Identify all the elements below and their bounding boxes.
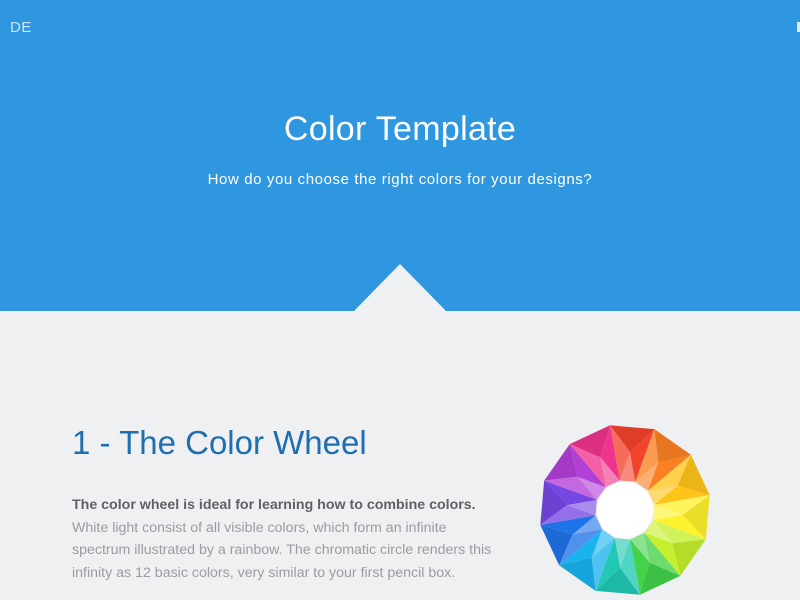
section-title: 1 - The Color Wheel — [72, 424, 367, 461]
section-lead: The color wheel is ideal for learning ho… — [72, 497, 476, 513]
section-body: White light consist of all visible color… — [72, 519, 492, 581]
color-wheel-image — [540, 425, 710, 595]
section-paragraph: The color wheel is ideal for learning ho… — [72, 494, 492, 584]
page-title: Color Template — [283, 110, 517, 148]
color-wheel-center — [597, 482, 653, 538]
page: DE Color Template How do you choose the … — [0, 0, 800, 600]
language-switch-link[interactable]: DE — [10, 19, 32, 36]
page-subtitle: How do you choose the right colors for y… — [207, 171, 593, 188]
header-notch — [353, 264, 447, 312]
hero-header: DE Color Template How do you choose the … — [0, 0, 800, 312]
